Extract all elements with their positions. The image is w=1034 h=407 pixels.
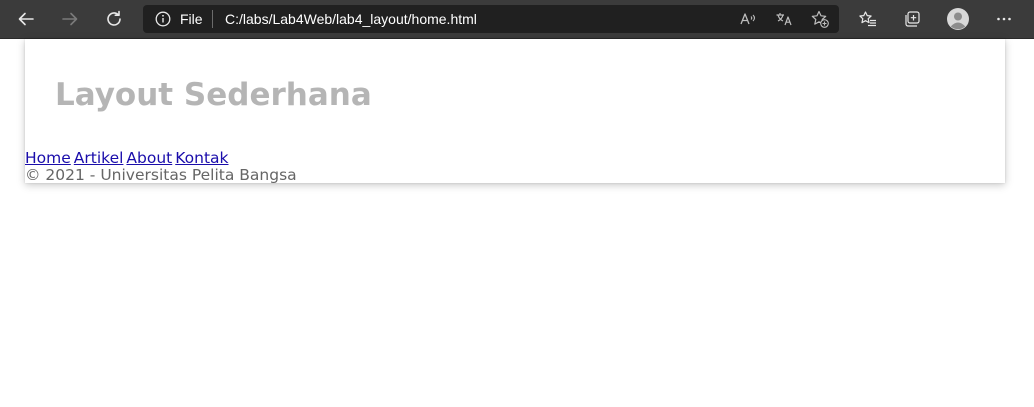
- refresh-button[interactable]: [99, 5, 129, 33]
- forward-button[interactable]: [55, 5, 85, 33]
- main-nav: Home Artikel About Kontak: [25, 149, 232, 167]
- page-viewport: Layout Sederhana Home Artikel About Kontak …: [0, 39, 1034, 407]
- address-separator: [212, 10, 213, 28]
- read-aloud-icon[interactable]: [738, 9, 758, 29]
- address-scheme-label: File: [180, 11, 203, 27]
- favorites-button[interactable]: [853, 5, 883, 33]
- page-container: Layout Sederhana Home Artikel About Kontak …: [25, 39, 1005, 184]
- add-favorite-icon[interactable]: [810, 9, 830, 29]
- browser-toolbar: File C:/labs/Lab4Web/lab4_layout/home.ht…: [0, 0, 1034, 39]
- favorites-icon: [858, 9, 878, 29]
- collections-button[interactable]: [897, 5, 927, 33]
- profile-button[interactable]: [943, 5, 973, 33]
- nav-link-home[interactable]: Home: [25, 149, 71, 167]
- scrollbar-track[interactable]: [1029, 39, 1034, 407]
- arrow-right-icon: [60, 9, 80, 29]
- more-options-button[interactable]: [989, 5, 1019, 33]
- nav-link-about[interactable]: About: [126, 149, 172, 167]
- arrow-left-icon: [16, 9, 36, 29]
- nav-link-kontak[interactable]: Kontak: [175, 149, 228, 167]
- profile-avatar-icon: [946, 7, 970, 31]
- back-button[interactable]: [11, 5, 41, 33]
- info-icon[interactable]: [155, 11, 171, 27]
- refresh-icon: [104, 9, 124, 29]
- address-bar[interactable]: File C:/labs/Lab4Web/lab4_layout/home.ht…: [143, 5, 839, 33]
- translate-icon[interactable]: [774, 9, 794, 29]
- more-options-icon: [994, 9, 1014, 29]
- page-title: Layout Sederhana: [55, 77, 372, 113]
- collections-icon: [902, 9, 922, 29]
- address-url[interactable]: C:/labs/Lab4Web/lab4_layout/home.html: [225, 11, 477, 27]
- page-footer: © 2021 - Universitas Pelita Bangsa: [25, 166, 297, 184]
- nav-link-artikel[interactable]: Artikel: [74, 149, 124, 167]
